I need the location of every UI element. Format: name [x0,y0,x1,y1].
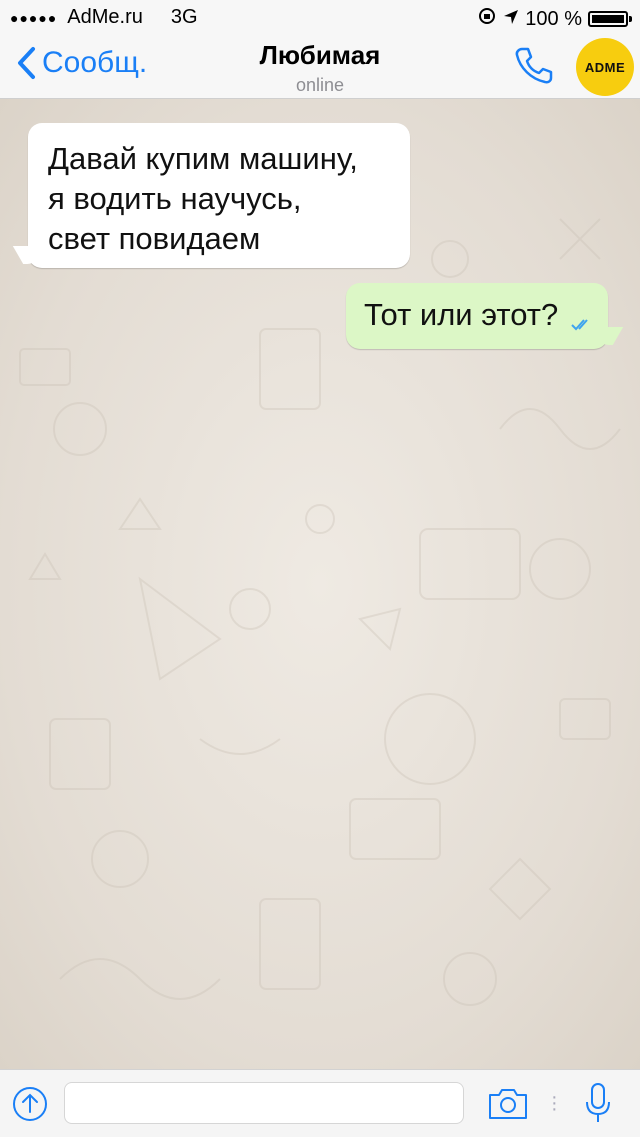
back-chevron-icon [18,47,35,79]
network-type: 3G [170,6,198,28]
double-check-icon [570,301,594,341]
message-input[interactable] [64,1082,464,1124]
status-bar: ●●●●● AdMe.ru 3G 100 % [0,0,640,36]
microphone-button[interactable] [584,1082,612,1129]
contact-status: online [295,75,345,95]
lock-rotation-icon [477,6,497,32]
input-bar: · · · [0,1069,640,1137]
message-line: я водить научусь, [48,181,302,216]
message-text: Тот или этот? [364,297,559,332]
back-button-label: Сообщ. [42,46,148,79]
avatar[interactable]: ADME [576,38,634,96]
camera-icon [489,1089,527,1119]
message-outgoing[interactable]: Тот или этот? [346,283,608,349]
message-line: свет повидаем [48,221,261,256]
chat-header[interactable]: Любимая online [170,40,470,96]
carrier-name: AdMe.ru [67,6,143,28]
phone-icon [515,47,553,84]
battery-fill [592,15,624,23]
message-incoming[interactable]: Давай купим машину, я водить научусь, св… [28,123,410,268]
message-line: Давай купим машину, [48,141,358,176]
microphone-icon [586,1083,610,1122]
status-right: 100 % [477,6,632,32]
avatar-label: ADME [584,59,626,75]
signal-dots-icon: ●●●●● [10,9,58,26]
call-button[interactable] [512,44,554,91]
attach-button[interactable] [12,1086,48,1127]
nav-bar: Сообщ. Любимая online ADME [0,36,640,99]
battery-icon [588,11,632,27]
location-arrow-icon [503,8,519,31]
attach-upload-icon [13,1087,47,1121]
chat-area[interactable]: Давай купим машину, я водить научусь, св… [0,99,640,1069]
contact-name: Любимая [259,40,381,70]
status-left: ●●●●● AdMe.ru 3G [10,6,198,29]
battery-percent: 100 % [525,7,582,30]
camera-button[interactable] [486,1086,530,1127]
back-button[interactable]: Сообщ. [16,46,147,80]
separator-dots: · · · [551,1086,558,1120]
